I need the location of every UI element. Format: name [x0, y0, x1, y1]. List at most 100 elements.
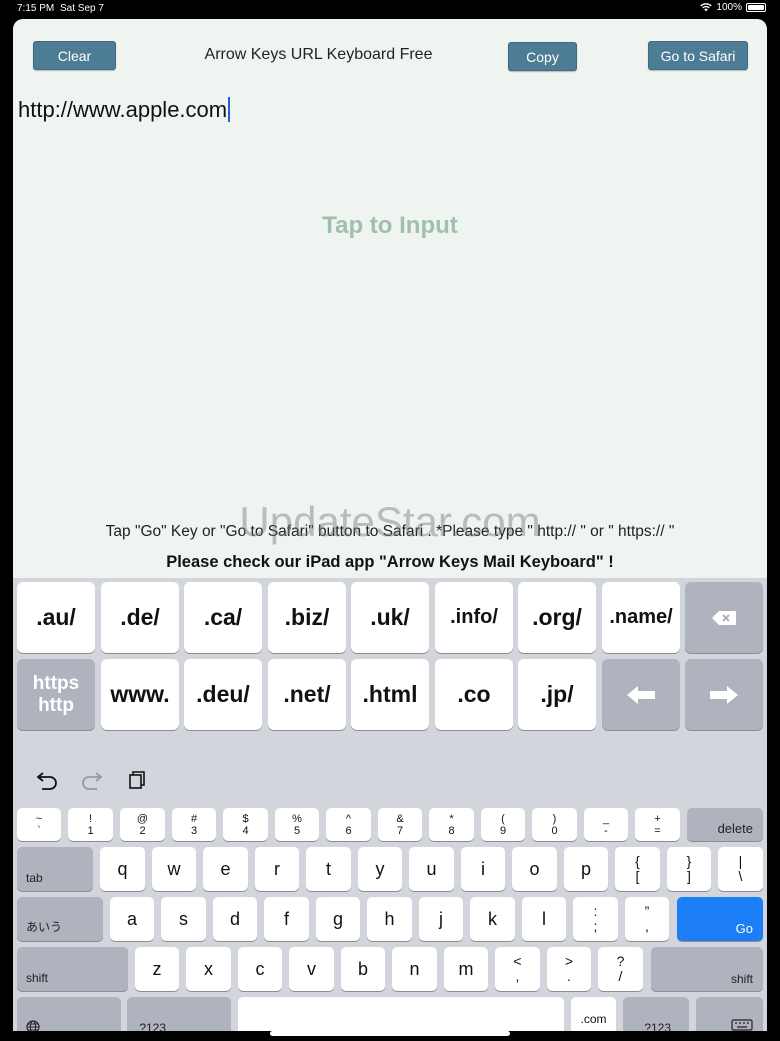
key-bottom-label: 3 — [190, 824, 198, 837]
key-bottom-label: [ — [635, 868, 640, 884]
go-key[interactable]: Go — [677, 897, 763, 941]
copy-button[interactable]: Copy — [508, 42, 577, 71]
key-q[interactable]: q — [100, 847, 145, 891]
globe-key[interactable] — [17, 997, 121, 1031]
key-4[interactable]: $4 — [223, 808, 268, 841]
key-top-label: # — [190, 812, 198, 825]
clear-button[interactable]: Clear — [33, 41, 116, 70]
key-question[interactable]: ? / — [598, 947, 643, 991]
key-name[interactable]: .name/ — [602, 582, 680, 653]
key-info[interactable]: .info/ — [435, 582, 513, 653]
cursor-left-key[interactable] — [602, 659, 680, 730]
help-text-go: Tap "Go" Key or "Go to Safari" button to… — [105, 523, 675, 540]
key-5[interactable]: % 5 — [275, 808, 319, 841]
key-e[interactable]: e — [203, 847, 248, 891]
paste-icon — [129, 771, 145, 789]
key-quote[interactable]: ”, — [625, 897, 669, 941]
key-top-label: % — [292, 812, 302, 825]
key-colon[interactable]: :; — [573, 897, 618, 941]
key-greater-than[interactable]: >. — [547, 947, 591, 991]
key-backtick[interactable]: ~ ` — [17, 808, 61, 841]
redo-button[interactable] — [80, 768, 104, 792]
go-label: Go — [735, 921, 753, 936]
key-html[interactable]: .html — [351, 659, 429, 730]
delete-key[interactable]: delete — [687, 808, 763, 841]
key-m[interactable]: m — [444, 947, 488, 991]
number-switch-right-key[interactable]: .?123 — [623, 997, 689, 1031]
key-p[interactable]: p — [564, 847, 608, 891]
key-r[interactable]: r — [255, 847, 299, 891]
key-i[interactable]: i — [461, 847, 505, 891]
key-s[interactable]: s — [161, 897, 206, 941]
key-net[interactable]: .net/ — [268, 659, 346, 730]
backspace-key[interactable] — [685, 582, 763, 653]
globe-icon — [26, 1020, 40, 1031]
key-3[interactable]: #3 — [172, 808, 216, 841]
key-9[interactable]: (9 — [481, 808, 525, 841]
kana-switch-key[interactable]: あいう — [17, 897, 103, 941]
key-l[interactable]: l — [522, 897, 566, 941]
tab-key[interactable]: tab — [17, 847, 93, 891]
num-switch-label: .?123 — [640, 1021, 672, 1031]
key-z[interactable]: z — [135, 947, 179, 991]
key-f[interactable]: f — [264, 897, 309, 941]
dotcom-key[interactable]: .com — [571, 997, 616, 1031]
key-7[interactable]: & 7 — [378, 808, 422, 841]
key-2[interactable]: @2 — [120, 808, 165, 841]
shift-left-key[interactable]: shift — [17, 947, 128, 991]
key-top-label: ^ — [345, 812, 352, 825]
key-0[interactable]: ) 0 — [532, 808, 577, 841]
key-c[interactable]: c — [238, 947, 282, 991]
key-u[interactable]: u — [409, 847, 454, 891]
key-minus[interactable]: _ - — [584, 808, 628, 841]
hide-keyboard-key[interactable] — [696, 997, 763, 1031]
key-t[interactable]: t — [306, 847, 351, 891]
key-v[interactable]: v — [289, 947, 334, 991]
key-y[interactable]: y — [358, 847, 402, 891]
key-left-brace[interactable]: {[ — [615, 847, 660, 891]
key-w[interactable]: w — [152, 847, 196, 891]
key-o[interactable]: o — [512, 847, 557, 891]
key-right-brace[interactable]: }] — [667, 847, 711, 891]
key-n[interactable]: n — [392, 947, 437, 991]
key-deu[interactable]: .deu/ — [184, 659, 262, 730]
key-uk[interactable]: .uk/ — [351, 582, 429, 653]
key-x[interactable]: x — [186, 947, 231, 991]
key-1[interactable]: ! 1 — [68, 808, 113, 841]
key-d[interactable]: d — [213, 897, 257, 941]
paste-button[interactable] — [125, 768, 149, 792]
key-au[interactable]: .au/ — [17, 582, 95, 653]
key-h[interactable]: h — [367, 897, 412, 941]
undo-button[interactable] — [35, 768, 59, 792]
key-de[interactable]: .de/ — [101, 582, 179, 653]
key-ca[interactable]: .ca/ — [184, 582, 262, 653]
key-top-label: ) — [552, 812, 557, 825]
key-k[interactable]: k — [470, 897, 515, 941]
key-jp[interactable]: .jp/ — [518, 659, 596, 730]
url-input-value: http://www.apple.com — [18, 97, 228, 122]
keyboard-hide-icon — [731, 1019, 753, 1031]
number-switch-left-key[interactable]: .?123 — [127, 997, 231, 1031]
cursor-right-key[interactable] — [685, 659, 763, 730]
key-a[interactable]: a — [110, 897, 154, 941]
key-g[interactable]: g — [316, 897, 360, 941]
key-bottom-label: / — [618, 968, 623, 984]
home-indicator[interactable] — [270, 1031, 510, 1036]
https-toggle-key[interactable]: https http — [17, 659, 95, 730]
key-org[interactable]: .org/ — [518, 582, 596, 653]
key-www[interactable]: www. — [101, 659, 179, 730]
key-8[interactable]: * 8 — [429, 808, 474, 841]
key-b[interactable]: b — [341, 947, 385, 991]
key-biz[interactable]: .biz/ — [268, 582, 346, 653]
url-input[interactable]: http://www.apple.com — [18, 97, 231, 123]
key-co[interactable]: .co — [435, 659, 513, 730]
space-bar[interactable] — [238, 997, 564, 1031]
tap-to-input-hint[interactable]: Tap to Input — [13, 212, 767, 240]
key-j[interactable]: j — [419, 897, 463, 941]
shift-right-key[interactable]: shift — [651, 947, 763, 991]
go-to-safari-button[interactable]: Go to Safari — [648, 41, 748, 70]
key-pipe[interactable]: | \ — [718, 847, 763, 891]
key-less-than[interactable]: <, — [495, 947, 540, 991]
key-equals[interactable]: + = — [635, 808, 680, 841]
key-6[interactable]: ^ 6 — [326, 808, 371, 841]
